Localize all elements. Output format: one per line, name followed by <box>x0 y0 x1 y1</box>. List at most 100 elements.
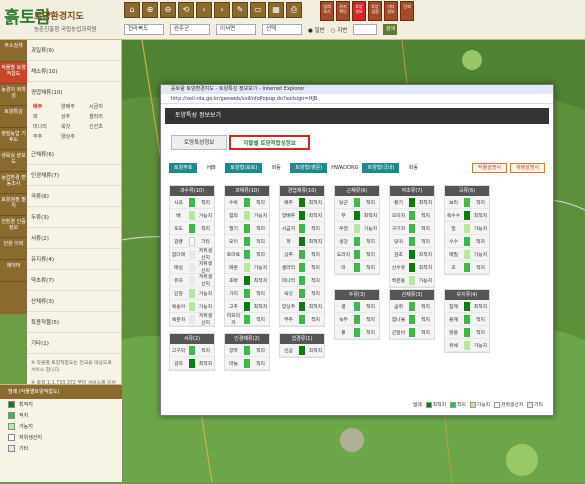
tool-button[interactable]: 범례 보기 <box>320 1 334 21</box>
crop-row[interactable]: 부추 적지 <box>280 313 324 326</box>
legend-header[interactable]: 범례 (작물별토양적합도) <box>0 385 122 399</box>
crop-subitem[interactable]: 신선초 <box>89 123 117 130</box>
crop-row[interactable]: 인삼 최적지 <box>280 344 324 357</box>
crop-row[interactable]: 양배추 최적지 <box>280 209 324 222</box>
crop-row[interactable]: 들깨 적지 <box>445 313 489 326</box>
tab-soil-info[interactable]: 토양특성정보 <box>171 135 228 150</box>
crop-row[interactable]: 딸기 적지 <box>225 222 269 235</box>
crop-category[interactable]: 산채류(3) <box>27 291 121 312</box>
toolbar-icon[interactable]: ‹ <box>196 2 212 18</box>
left-nav-item[interactable]: 제어어 <box>0 260 27 282</box>
crop-row[interactable]: 복분자 저위생산지 <box>170 313 214 326</box>
tab-crop-suitability[interactable]: 작물별 토양적합성정보 <box>229 135 310 150</box>
crop-row[interactable]: 유채 가능지 <box>445 339 489 352</box>
crop-row[interactable]: 메론 가능지 <box>225 261 269 274</box>
crop-subitem[interactable]: 부추 <box>33 133 61 140</box>
eupmyeon-select[interactable]: 이서면 <box>216 24 256 35</box>
left-nav-item[interactable]: 작물별 토양적합도 <box>0 62 27 84</box>
crop-row[interactable]: 수박 적지 <box>225 196 269 209</box>
crop-category[interactable]: 유지류(4) <box>27 249 121 270</box>
radio-general[interactable]: ● 일반 <box>308 26 325 34</box>
crop-row[interactable]: 옥수수 최적지 <box>445 209 489 222</box>
crop-row[interactable]: 생강 적지 <box>335 235 379 248</box>
crop-subitem[interactable]: 양배추 <box>61 103 89 110</box>
crop-subitem[interactable]: 배추 <box>33 103 61 110</box>
crop-row[interactable]: 마 적지 <box>335 261 379 274</box>
crop-category[interactable]: 근채류(6) <box>27 144 121 165</box>
crop-row[interactable]: 셀러리 적지 <box>280 261 324 274</box>
toolbar-icon[interactable]: ⌂ <box>124 2 140 18</box>
cultivation-guide-button[interactable]: 재배설명서 <box>509 163 545 173</box>
crop-row[interactable]: 밀 가능지 <box>445 222 489 235</box>
crop-row[interactable]: 곰취 적지 <box>390 300 434 313</box>
crop-row[interactable]: 감자 최적지 <box>170 357 214 370</box>
crop-row[interactable]: 유자 저위생산지 <box>170 274 214 287</box>
crop-category-active[interactable]: 경엽채류(10) <box>27 82 121 102</box>
tool-button[interactable]: 위치 확인 <box>336 1 350 21</box>
ri-select[interactable]: 선택 <box>262 24 302 35</box>
crop-row[interactable]: 구기자 적지 <box>390 222 434 235</box>
left-nav-item[interactable]: 토양특성 <box>0 106 27 128</box>
crop-row[interactable]: 고구마 적지 <box>170 344 214 357</box>
crop-category[interactable]: 채소류(10) <box>27 61 121 82</box>
crop-row[interactable]: 포도 적지 <box>170 222 214 235</box>
crop-category[interactable]: 특용작물(5) <box>27 312 121 333</box>
crop-row[interactable]: 시금치 적지 <box>280 222 324 235</box>
crop-category[interactable]: 약초류(7) <box>27 270 121 291</box>
crop-row[interactable]: 토마토 적지 <box>225 248 269 261</box>
popup-titlebar[interactable]: 흙토람 토양환경지도 - 토양특성 정보보기 - Internet Explor… <box>161 85 553 94</box>
crop-subitem[interactable]: 미나리 <box>33 123 61 130</box>
toolbar-icon[interactable]: ⊖ <box>160 2 176 18</box>
crop-row[interactable]: 배추 최적지 <box>280 196 324 209</box>
crop-subitem[interactable]: 셀러리 <box>89 113 117 120</box>
crop-subitem[interactable]: 시금치 <box>89 103 117 110</box>
toolbar-icon[interactable]: ⊕ <box>142 2 158 18</box>
crop-category[interactable]: 두류(3) <box>27 207 121 228</box>
crop-row[interactable]: 양파 적지 <box>225 344 269 357</box>
crop-guide-button[interactable]: 작물설명서 <box>471 163 507 173</box>
crop-row[interactable]: 감초 최적지 <box>390 248 434 261</box>
crop-row[interactable]: 우엉 가능지 <box>335 222 379 235</box>
crop-row[interactable]: 호박 최적지 <box>225 274 269 287</box>
toolbar-icon[interactable]: ▭ <box>250 2 266 18</box>
crop-category[interactable]: 서류(2) <box>27 228 121 249</box>
left-nav-item[interactable]: 생육실 분포도 <box>0 150 27 172</box>
jibun-input[interactable] <box>353 24 378 35</box>
search-button[interactable]: 검색 <box>383 24 398 35</box>
crop-row[interactable]: 팥 적지 <box>335 326 379 339</box>
crop-row[interactable]: 가지 적지 <box>225 287 269 300</box>
crop-row[interactable]: 배 가능지 <box>170 209 214 222</box>
crop-row[interactable]: 당귀 적지 <box>390 235 434 248</box>
crop-row[interactable]: 수수 적지 <box>445 235 489 248</box>
left-nav-item[interactable]: 토양검정 필지 <box>0 194 27 216</box>
crop-subitem[interactable]: 쑥갓 <box>61 123 89 130</box>
crop-subitem[interactable]: 파 <box>33 113 61 120</box>
crop-row[interactable]: 백운동 가능지 <box>390 274 434 287</box>
tool-button[interactable]: 인쇄 <box>400 1 414 21</box>
left-nav-item[interactable]: 주소검색 <box>0 40 27 62</box>
crop-row[interactable]: 미나리 적지 <box>280 274 324 287</box>
tool-button[interactable]: 토양 정보 <box>352 1 366 21</box>
tool-button[interactable]: 기타 정보 <box>384 1 398 21</box>
crop-row[interactable]: 곤달비 적지 <box>390 326 434 339</box>
crop-subitem[interactable]: 상추 <box>61 113 89 120</box>
toolbar-icon[interactable]: ▦ <box>268 2 284 18</box>
crop-row[interactable]: 오미자 적지 <box>390 209 434 222</box>
sigungu-select[interactable]: 완주군 <box>170 24 210 35</box>
crop-row[interactable]: 단감 가능지 <box>170 287 214 300</box>
crop-row[interactable]: 파 최적지 <box>280 235 324 248</box>
crop-row[interactable]: 콩 적지 <box>335 300 379 313</box>
logo[interactable]: 흙토람 토양환경지도 농촌진흥청 국립농업과학원 <box>4 3 119 37</box>
popup-url[interactable]: http://soil.rda.go.kr/geoweb/soilInfoPop… <box>161 94 553 104</box>
crop-subitem[interactable]: 양상추 <box>61 133 89 140</box>
crop-category[interactable]: 기타(1) <box>27 333 121 354</box>
left-nav-item[interactable]: 농경지 화학성 <box>0 84 27 106</box>
crop-row[interactable]: 산수유 최적지 <box>390 261 434 274</box>
crop-row[interactable]: 쑥갓 적지 <box>280 287 324 300</box>
crop-category[interactable]: 곡류(6) <box>27 186 121 207</box>
crop-row[interactable]: 사과 적지 <box>170 196 214 209</box>
crop-row[interactable]: 오이 적지 <box>225 235 269 248</box>
crop-category[interactable]: 인경채류(7) <box>27 165 121 186</box>
crop-row[interactable]: 녹두 적지 <box>335 313 379 326</box>
radio-jibun[interactable]: ○ 지번 <box>331 26 348 34</box>
